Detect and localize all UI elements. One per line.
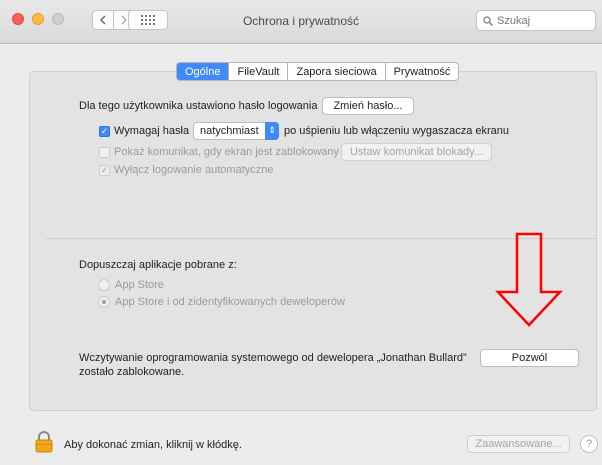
select-arrows-icon: ⇕ — [265, 122, 279, 140]
search-icon — [483, 15, 493, 26]
allow-button[interactable]: Pozwól — [480, 349, 579, 367]
change-password-button[interactable]: Zmień hasło... — [322, 97, 414, 115]
tab-filevault[interactable]: FileVault — [229, 63, 289, 80]
tab-privacy[interactable]: Prywatność — [386, 63, 459, 80]
require-password-checkbox[interactable]: ✓ — [99, 126, 110, 137]
title-bar: Ochrona i prywatność — [0, 0, 602, 44]
radio-identified-developers[interactable] — [98, 296, 110, 308]
red-down-arrow-annotation — [495, 232, 563, 327]
radio-app-store[interactable] — [98, 279, 110, 291]
show-message-label: Pokaż komunikat, gdy ekran jest zablokow… — [114, 146, 340, 158]
tab-general[interactable]: Ogólne — [177, 63, 230, 80]
tab-bar: Ogólne FileVault Zapora sieciowa Prywatn… — [176, 62, 460, 81]
disable-autologin-label: Wyłącz logowanie automatyczne — [114, 164, 274, 176]
tab-firewall[interactable]: Zapora sieciowa — [288, 63, 386, 80]
require-password-delay-value: natychmiast — [200, 125, 259, 137]
radio-identified-developers-label: App Store i od zidentyfikowanych dewelop… — [115, 296, 345, 308]
blocked-text-line1: Wczytywanie oprogramowania systemowego o… — [79, 352, 467, 364]
downloads-heading: Dopuszczaj aplikacje pobrane z: — [79, 259, 237, 271]
password-set-text: Dla tego użytkownika ustawiono hasło log… — [79, 100, 318, 112]
search-field[interactable] — [476, 10, 596, 31]
search-input[interactable] — [497, 14, 593, 27]
require-password-delay-select[interactable]: natychmiast ⇕ — [193, 122, 279, 140]
show-message-checkbox[interactable] — [99, 147, 110, 158]
help-button[interactable]: ? — [580, 435, 598, 453]
lock-hint-text: Aby dokonać zmian, kliknij w kłódkę. — [64, 439, 242, 451]
blocked-text-line2: zostało zablokowane. — [79, 366, 185, 378]
require-password-label: Wymagaj hasła — [114, 125, 190, 137]
set-lock-message-button[interactable]: Ustaw komunikat blokady... — [341, 143, 492, 161]
radio-app-store-label: App Store — [115, 279, 164, 291]
advanced-button[interactable]: Zaawansowane... — [467, 435, 570, 453]
lock-button[interactable] — [35, 431, 53, 456]
require-password-suffix: po uśpieniu lub włączeniu wygaszacza ekr… — [284, 125, 510, 137]
disable-autologin-checkbox[interactable]: ✓ — [99, 165, 110, 176]
lock-icon — [35, 431, 53, 453]
